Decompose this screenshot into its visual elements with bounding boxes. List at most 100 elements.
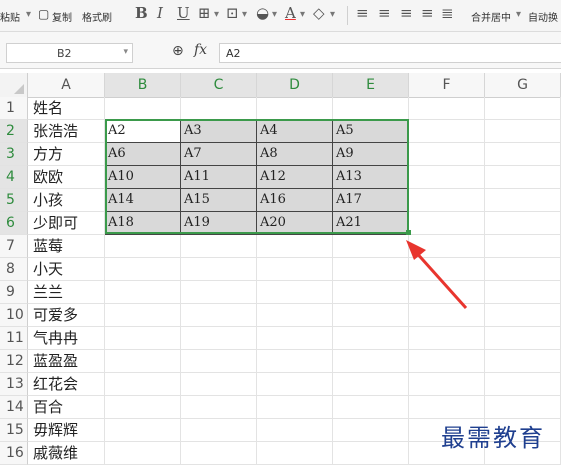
column-header-d[interactable]: D [257, 73, 333, 97]
cell-a13[interactable]: 红花会 [28, 373, 105, 396]
column-header-g[interactable]: G [485, 73, 561, 97]
border-dropdown-icon[interactable]: ▾ [214, 9, 219, 20]
paste-button[interactable]: 粘贴 [0, 9, 20, 24]
row-header-11[interactable]: 11 [0, 327, 28, 350]
cell-a4[interactable]: 欧欧 [28, 166, 105, 189]
row-header-14[interactable]: 14 [0, 396, 28, 419]
column-header-b[interactable]: B [105, 73, 181, 97]
row-header-1[interactable]: 1 [0, 97, 28, 120]
row-header-9[interactable]: 9 [0, 281, 28, 304]
format-painter-button[interactable]: 格式刷 [82, 9, 112, 24]
font-color-bucket-icon[interactable]: ◒ [256, 4, 269, 22]
cell-e4[interactable]: A13 [333, 166, 409, 189]
copy-icon[interactable]: ▢ [38, 7, 49, 21]
cell-f4[interactable] [409, 166, 485, 189]
row-header-3[interactable]: 3 [0, 143, 28, 166]
row-header-8[interactable]: 8 [0, 258, 28, 281]
cell-f14[interactable] [409, 396, 485, 419]
cell-c7[interactable] [181, 235, 257, 258]
cell-g3[interactable] [485, 143, 561, 166]
row-header-13[interactable]: 13 [0, 373, 28, 396]
cell-b5[interactable]: A14 [105, 189, 181, 212]
row-header-15[interactable]: 15 [0, 419, 28, 442]
cell-e15[interactable] [333, 419, 409, 442]
cell-d4[interactable]: A12 [257, 166, 333, 189]
cell-e14[interactable] [333, 396, 409, 419]
cell-b13[interactable] [105, 373, 181, 396]
italic-button[interactable]: I [157, 4, 163, 22]
cell-e13[interactable] [333, 373, 409, 396]
column-header-c[interactable]: C [181, 73, 257, 97]
cell-f3[interactable] [409, 143, 485, 166]
merge-dropdown-icon[interactable]: ▾ [516, 9, 521, 20]
cell-a3[interactable]: 方方 [28, 143, 105, 166]
cell-a6[interactable]: 少即可 [28, 212, 105, 235]
cell-b14[interactable] [105, 396, 181, 419]
align-center-icon[interactable]: ≡ [378, 4, 391, 22]
cell-b3[interactable]: A6 [105, 143, 181, 166]
cell-g6[interactable] [485, 212, 561, 235]
cell-c15[interactable] [181, 419, 257, 442]
cell-e9[interactable] [333, 281, 409, 304]
name-box[interactable]: B2 ▾ [6, 43, 133, 63]
cell-a15[interactable]: 毋辉辉 [28, 419, 105, 442]
distributed-align-icon[interactable]: ≣ [441, 4, 454, 22]
select-all-corner[interactable] [0, 73, 28, 97]
cell-d15[interactable] [257, 419, 333, 442]
cell-d12[interactable] [257, 350, 333, 373]
border-icon[interactable]: ⊞ [198, 4, 211, 22]
cell-d9[interactable] [257, 281, 333, 304]
formula-input[interactable]: A2 [219, 43, 561, 63]
cell-g4[interactable] [485, 166, 561, 189]
cell-d8[interactable] [257, 258, 333, 281]
cell-e7[interactable] [333, 235, 409, 258]
cell-b11[interactable] [105, 327, 181, 350]
cell-g9[interactable] [485, 281, 561, 304]
cell-g8[interactable] [485, 258, 561, 281]
cell-a2[interactable]: 张浩浩 [28, 120, 105, 143]
cell-d14[interactable] [257, 396, 333, 419]
fill-handle[interactable] [406, 230, 411, 235]
cell-d11[interactable] [257, 327, 333, 350]
cell-e1[interactable] [333, 97, 409, 120]
cell-a12[interactable]: 蓝盈盈 [28, 350, 105, 373]
cell-c10[interactable] [181, 304, 257, 327]
paste-dropdown-icon[interactable]: ▾ [26, 9, 31, 20]
cell-g13[interactable] [485, 373, 561, 396]
cell-c4[interactable]: A11 [181, 166, 257, 189]
cell-e12[interactable] [333, 350, 409, 373]
cell-d7[interactable] [257, 235, 333, 258]
underline-button[interactable]: U [177, 4, 190, 22]
cell-b4[interactable]: A10 [105, 166, 181, 189]
cell-a7[interactable]: 蓝莓 [28, 235, 105, 258]
cell-d5[interactable]: A16 [257, 189, 333, 212]
cell-f11[interactable] [409, 327, 485, 350]
cell-g14[interactable] [485, 396, 561, 419]
column-header-a[interactable]: A [28, 73, 105, 97]
row-header-7[interactable]: 7 [0, 235, 28, 258]
bucket-dropdown-icon[interactable]: ▾ [272, 9, 277, 20]
cell-c6[interactable]: A19 [181, 212, 257, 235]
row-header-5[interactable]: 5 [0, 189, 28, 212]
cell-a8[interactable]: 小天 [28, 258, 105, 281]
cell-c3[interactable]: A7 [181, 143, 257, 166]
cell-b1[interactable] [105, 97, 181, 120]
cell-f1[interactable] [409, 97, 485, 120]
row-header-10[interactable]: 10 [0, 304, 28, 327]
cell-f13[interactable] [409, 373, 485, 396]
cell-g2[interactable] [485, 120, 561, 143]
cell-g11[interactable] [485, 327, 561, 350]
cell-b9[interactable] [105, 281, 181, 304]
cell-g1[interactable] [485, 97, 561, 120]
cell-e10[interactable] [333, 304, 409, 327]
copy-button[interactable]: 复制 [52, 9, 72, 24]
cell-d2[interactable]: A4 [257, 120, 333, 143]
font-color-dropdown-icon[interactable]: ▾ [300, 9, 305, 20]
cell-d10[interactable] [257, 304, 333, 327]
cell-e6[interactable]: A21 [333, 212, 409, 235]
cell-b12[interactable] [105, 350, 181, 373]
column-header-f[interactable]: F [409, 73, 485, 97]
cell-f12[interactable] [409, 350, 485, 373]
cell-g7[interactable] [485, 235, 561, 258]
row-header-4[interactable]: 4 [0, 166, 28, 189]
